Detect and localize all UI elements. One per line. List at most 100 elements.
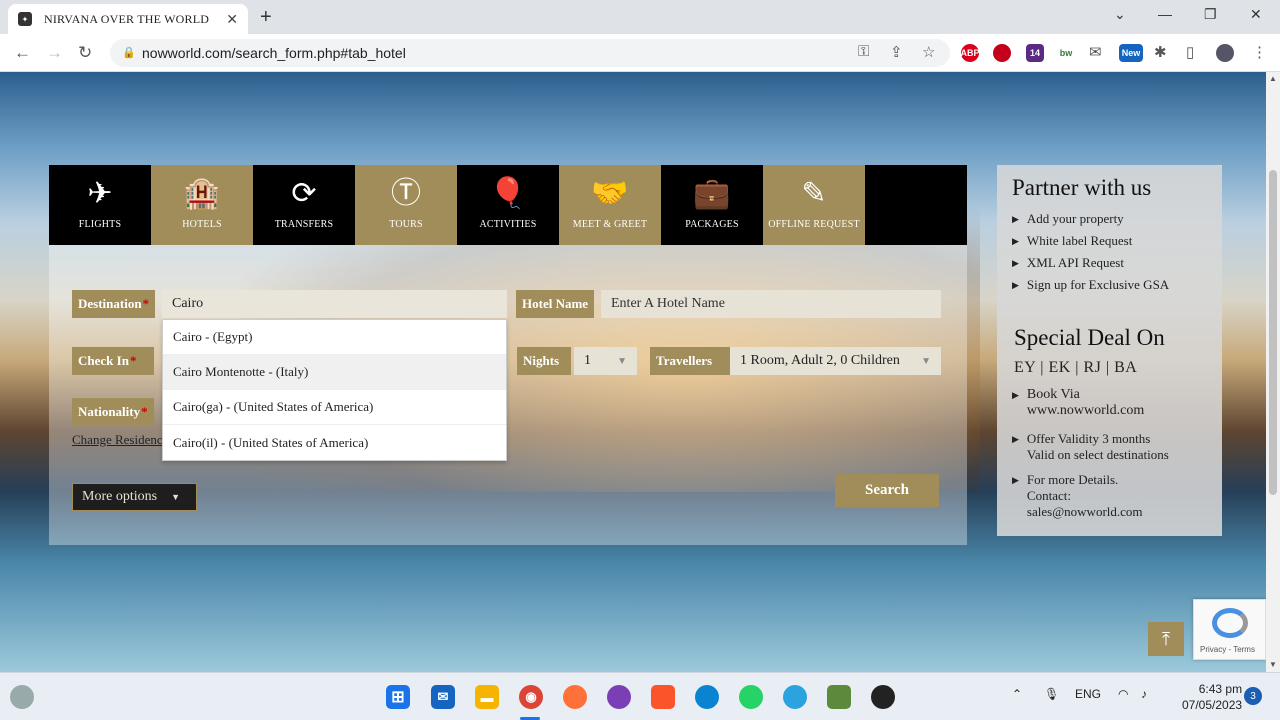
- telegram-icon[interactable]: [783, 685, 807, 709]
- extension-bw-icon[interactable]: bw: [1057, 44, 1075, 62]
- side-panel-icon[interactable]: ▯: [1186, 43, 1194, 61]
- search-button[interactable]: Search: [835, 474, 939, 507]
- partner-item[interactable]: ▶ Sign up for Exclusive GSA: [1012, 277, 1169, 293]
- profile-avatar[interactable]: [1216, 44, 1234, 62]
- microphone-icon[interactable]: 🎙: [1044, 687, 1059, 701]
- recaptcha-badge[interactable]: Privacy - Terms: [1193, 599, 1266, 660]
- more-options-button[interactable]: More options ▼: [72, 483, 197, 511]
- tab-activities[interactable]: 🎈 ACTIVITIES: [457, 165, 559, 245]
- handshake-icon: 🤝: [591, 177, 629, 210]
- tab-label: HOTELS: [182, 219, 222, 230]
- tab-search-icon[interactable]: ⌄: [1114, 6, 1126, 23]
- deal-airlines: EY | EK | RJ | BA: [1014, 359, 1138, 376]
- share-icon[interactable]: ⇪: [890, 43, 903, 61]
- nationality-label: Nationality *: [72, 398, 154, 426]
- close-tab-icon[interactable]: ✕: [226, 11, 238, 28]
- partner-item[interactable]: ▶ White label Request: [1012, 233, 1132, 249]
- extensions-puzzle-icon[interactable]: ✱: [1154, 43, 1167, 61]
- balloon-icon: 🎈: [489, 177, 527, 210]
- minimize-button[interactable]: —: [1158, 6, 1172, 22]
- whatsapp-icon[interactable]: [739, 685, 763, 709]
- mail-app-icon[interactable]: ✉: [431, 685, 455, 709]
- deal-title: Special Deal On: [1014, 325, 1165, 350]
- back-icon[interactable]: ←: [14, 43, 31, 63]
- tab-hotels[interactable]: 🏨 HOTELS: [151, 165, 253, 245]
- suggestion-item[interactable]: Cairo - (Egypt): [163, 320, 506, 355]
- weather-widget-icon[interactable]: [10, 685, 34, 709]
- scroll-up-icon[interactable]: ▲: [1269, 74, 1277, 83]
- tab-packages[interactable]: 💼 PACKAGES: [661, 165, 763, 245]
- wifi-icon[interactable]: ◠: [1118, 687, 1128, 701]
- volume-icon[interactable]: ♪: [1141, 687, 1147, 701]
- tab-label: FLIGHTS: [78, 219, 122, 230]
- bullet-icon: ▶: [1012, 434, 1019, 444]
- change-residence-link[interactable]: Change Residence: [72, 432, 162, 448]
- suggestion-item[interactable]: Cairo(il) - (United States of America): [163, 425, 506, 460]
- tab-transfers[interactable]: ⟳ TRANSFERS: [253, 165, 355, 245]
- scroll-to-top-icon[interactable]: ⤒: [1148, 622, 1184, 656]
- notification-badge[interactable]: 3: [1244, 687, 1262, 705]
- deal-item: ▶ Offer Validity 3 months Valid on select …: [1012, 431, 1169, 462]
- mail-icon[interactable]: ✉: [1089, 43, 1102, 61]
- menu-kebab-icon[interactable]: ⋮: [1252, 43, 1267, 61]
- scrollbar-thumb[interactable]: [1269, 170, 1277, 495]
- language-indicator[interactable]: ENG: [1075, 687, 1101, 701]
- bullet-icon: ▶: [1012, 390, 1019, 400]
- extension-new-icon[interactable]: New: [1119, 44, 1143, 62]
- firefox-icon[interactable]: [563, 685, 587, 709]
- adblock-extension-icon[interactable]: ABP: [961, 44, 980, 62]
- file-explorer-icon[interactable]: ▬: [475, 685, 499, 709]
- partner-item[interactable]: ▶ Add your property: [1012, 211, 1124, 227]
- tab-tours[interactable]: Ⓣ TOURS: [355, 165, 457, 245]
- lock-icon: 🔒: [122, 47, 136, 59]
- destination-label: Destination *: [72, 290, 155, 318]
- nights-label: Nights: [517, 347, 571, 375]
- tab-label: ACTIVITIES: [479, 219, 537, 230]
- tray-chevron-icon[interactable]: ⌃: [1012, 687, 1022, 701]
- tab-label: MEET & GREET: [572, 219, 648, 230]
- scroll-down-icon[interactable]: ▼: [1269, 660, 1277, 669]
- partner-title: Partner with us: [1012, 175, 1152, 200]
- destination-input[interactable]: Cairo: [162, 290, 507, 318]
- password-key-icon[interactable]: ⚿: [858, 43, 869, 60]
- windows-start-icon[interactable]: ⊞: [386, 685, 410, 709]
- caret-down-icon: ▼: [171, 492, 180, 502]
- brave-icon[interactable]: [651, 685, 675, 709]
- suggestion-item[interactable]: Cairo Montenotte - (Italy): [163, 355, 506, 390]
- system-clock[interactable]: 6:43 pm 07/05/2023: [1182, 681, 1242, 713]
- close-window-button[interactable]: ✕: [1250, 6, 1262, 23]
- page-background: ✈ FLIGHTS 🏨 HOTELS ⟳ TRANSFERS Ⓣ TOURS 🎈…: [0, 72, 1266, 672]
- bookmark-star-icon[interactable]: ☆: [922, 43, 935, 61]
- bullet-icon: ▶: [1012, 258, 1019, 268]
- extension-red-icon[interactable]: [993, 44, 1011, 62]
- recaptcha-links[interactable]: Privacy - Terms: [1200, 645, 1255, 654]
- windows-taskbar: ⊞ ✉ ▬ ◉ ⌃ 🎙 ENG ◠ ♪ 6:43 pm 07/05/2023 3: [0, 672, 1280, 720]
- tab-meet-greet[interactable]: 🤝 MEET & GREET: [559, 165, 661, 245]
- new-tab-button[interactable]: +: [260, 6, 272, 29]
- tab-offline-request[interactable]: ✎ OFFLINE REQUEST: [763, 165, 865, 245]
- restore-button[interactable]: ❐: [1204, 6, 1217, 23]
- forward-icon[interactable]: →: [46, 43, 63, 63]
- tab-flights[interactable]: ✈ FLIGHTS: [49, 165, 151, 245]
- obs-icon[interactable]: [871, 685, 895, 709]
- travellers-select[interactable]: 1 Room, Adult 2, 0 Children ▼: [730, 347, 941, 375]
- edge-icon[interactable]: [695, 685, 719, 709]
- minecraft-icon[interactable]: [827, 685, 851, 709]
- tor-mask-icon[interactable]: [607, 685, 631, 709]
- page-scrollbar[interactable]: ▲ ▼: [1266, 72, 1280, 672]
- reload-icon[interactable]: ↻: [78, 43, 92, 63]
- checkin-label: Check In *: [72, 347, 154, 375]
- search-tabs-bar: ✈ FLIGHTS 🏨 HOTELS ⟳ TRANSFERS Ⓣ TOURS 🎈…: [49, 165, 967, 245]
- hotel-name-input[interactable]: Enter A Hotel Name: [601, 290, 941, 318]
- browser-tab[interactable]: ✦ NIRVANA OVER THE WORLD ✕: [8, 4, 248, 34]
- chrome-icon[interactable]: ◉: [519, 685, 543, 709]
- url-field[interactable]: 🔒 nowworld.com/search_form.php#tab_hotel: [110, 39, 950, 67]
- nights-select[interactable]: 1 ▼: [574, 347, 637, 375]
- suggestion-item[interactable]: Cairo(ga) - (United States of America): [163, 390, 506, 425]
- airplane-icon: ✈: [87, 177, 113, 210]
- partner-item[interactable]: ▶ XML API Request: [1012, 255, 1124, 271]
- transfer-arrows-icon: ⟳: [291, 177, 317, 210]
- extension-badge-icon[interactable]: 14: [1026, 44, 1044, 62]
- bullet-icon: ▶: [1012, 475, 1019, 485]
- travellers-label: Travellers: [650, 347, 730, 375]
